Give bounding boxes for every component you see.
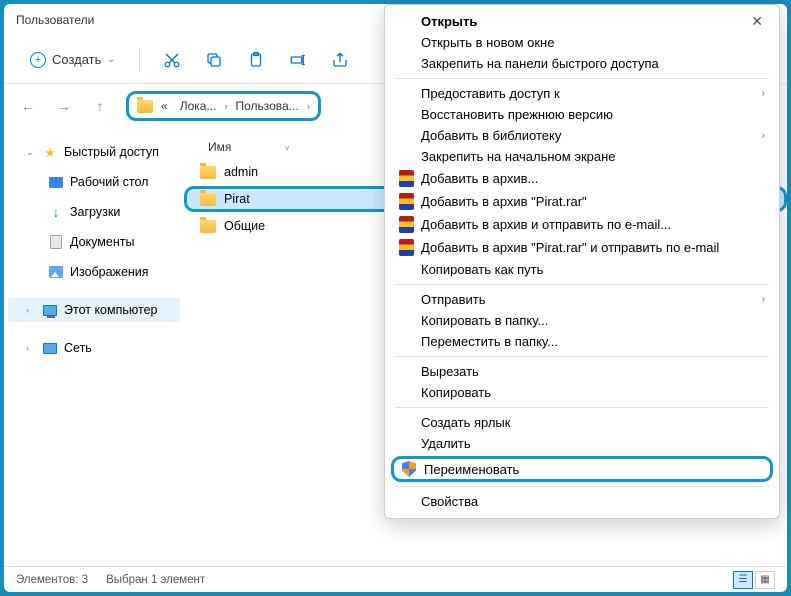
copy-icon[interactable] [196, 42, 232, 78]
separator [395, 407, 769, 408]
sidebar-this-pc[interactable]: › Этот компьютер [8, 298, 180, 322]
chevron-right-icon: › [26, 343, 36, 353]
ctx-add-library[interactable]: Добавить в библиотеку› [385, 125, 779, 146]
sidebar-pictures[interactable]: Изображения [8, 260, 180, 284]
item-count: Элементов: 3 [16, 574, 88, 586]
sidebar-desktop[interactable]: Рабочий стол [8, 170, 180, 194]
separator [395, 486, 769, 487]
sidebar-documents[interactable]: Документы [8, 230, 180, 254]
chevron-down-icon: ⌄ [107, 54, 115, 65]
label: Изображения [70, 265, 149, 279]
rar-icon [399, 216, 414, 233]
file-name: admin [224, 165, 258, 179]
create-label: Создать [52, 52, 101, 67]
view-details-button[interactable]: ☰ [733, 571, 753, 589]
image-icon [49, 266, 63, 278]
folder-icon [200, 193, 216, 206]
share-icon[interactable] [322, 42, 358, 78]
label: Рабочий стол [70, 175, 148, 189]
paste-icon[interactable] [238, 42, 274, 78]
sidebar: ⌄ ★ Быстрый доступ Рабочий стол ↓ Загруз… [4, 128, 184, 566]
sidebar-downloads[interactable]: ↓ Загрузки [8, 200, 180, 224]
chevron-right-icon: › [762, 130, 765, 141]
desktop-icon [49, 177, 63, 188]
ctx-open-new-window[interactable]: Открыть в новом окне [385, 32, 779, 53]
folder-icon [137, 100, 153, 113]
ctx-archive-named-email[interactable]: Добавить в архив "Pirat.rar" и отправить… [385, 236, 779, 259]
sidebar-network[interactable]: › Сеть [8, 336, 180, 360]
ctx-archive-email[interactable]: Добавить в архив и отправить по e-mail..… [385, 213, 779, 236]
ctx-pin-start[interactable]: Закрепить на начальном экране [385, 146, 779, 167]
separator [395, 356, 769, 357]
window-title: Пользователи [16, 13, 94, 27]
crumb-prefix: « [157, 97, 172, 115]
context-menu: ✕ Открыть Открыть в новом окне Закрепить… [384, 4, 780, 519]
back-button[interactable]: ← [14, 92, 42, 120]
chevron-right-icon: › [762, 88, 765, 99]
ctx-rename[interactable]: Переименовать [391, 456, 773, 482]
folder-icon [200, 220, 216, 233]
ctx-create-shortcut[interactable]: Создать ярлык [385, 412, 779, 433]
ctx-properties[interactable]: Свойства [385, 491, 779, 512]
document-icon [50, 235, 62, 249]
sidebar-quick-access[interactable]: ⌄ ★ Быстрый доступ [8, 140, 180, 164]
ctx-copy-as-path[interactable]: Копировать как путь [385, 259, 779, 280]
star-icon: ★ [42, 144, 58, 160]
chevron-down-icon: ⌄ [26, 147, 36, 158]
forward-button[interactable]: → [50, 92, 78, 120]
ctx-grant-access[interactable]: Предоставить доступ к› [385, 83, 779, 104]
ctx-copy[interactable]: Копировать [385, 382, 779, 403]
rename-icon[interactable] [280, 42, 316, 78]
label: Быстрый доступ [64, 145, 159, 159]
ctx-move-to-folder[interactable]: Переместить в папку... [385, 331, 779, 352]
ctx-cut[interactable]: Вырезать [385, 361, 779, 382]
file-name: Pirat [224, 192, 250, 206]
plus-icon: + [30, 52, 46, 68]
chevron-right-icon: › [762, 294, 765, 305]
ctx-add-archive[interactable]: Добавить в архив... [385, 167, 779, 190]
selection-count: Выбран 1 элемент [106, 574, 205, 586]
column-header-name[interactable]: Имя ˅ [196, 136, 301, 158]
label: Документы [70, 235, 134, 249]
chevron-right-icon: › [26, 305, 36, 315]
ctx-open[interactable]: Открыть [385, 11, 779, 32]
ctx-delete[interactable]: Удалить [385, 433, 779, 454]
ctx-add-archive-named[interactable]: Добавить в архив "Pirat.rar" [385, 190, 779, 213]
ctx-copy-to-folder[interactable]: Копировать в папку... [385, 310, 779, 331]
view-icons-button[interactable]: ▦ [755, 571, 775, 589]
shield-icon [402, 461, 416, 477]
rar-icon [399, 239, 414, 256]
crumb-seg1[interactable]: Лока... [176, 97, 221, 115]
network-icon [43, 343, 57, 354]
statusbar: Элементов: 3 Выбран 1 элемент ☰ ▦ [4, 566, 787, 592]
ctx-pin-quick-access[interactable]: Закрепить на панели быстрого доступа [385, 53, 779, 74]
separator [395, 284, 769, 285]
label: Сеть [64, 341, 92, 355]
folder-icon [200, 166, 216, 179]
download-icon: ↓ [48, 204, 64, 220]
ctx-restore-version[interactable]: Восстановить прежнюю версию [385, 104, 779, 125]
chevron-right-icon[interactable]: › [224, 101, 227, 111]
address-bar[interactable]: « Лока... › Пользова... › [126, 91, 321, 121]
label: Загрузки [70, 205, 120, 219]
chevron-right-icon[interactable]: › [307, 101, 310, 111]
cut-icon[interactable] [154, 42, 190, 78]
rar-icon [399, 193, 414, 210]
rar-icon [399, 170, 414, 187]
create-button[interactable]: + Создать ⌄ [20, 48, 125, 72]
separator [139, 48, 140, 72]
ctx-send-to[interactable]: Отправить› [385, 289, 779, 310]
file-name: Общие [224, 219, 265, 233]
sort-arrow-icon: ˅ [285, 144, 290, 153]
computer-icon [43, 305, 57, 316]
separator [395, 78, 769, 79]
crumb-seg2[interactable]: Пользова... [231, 97, 302, 115]
label: Этот компьютер [64, 303, 157, 317]
up-button[interactable]: ↑ [86, 92, 114, 120]
